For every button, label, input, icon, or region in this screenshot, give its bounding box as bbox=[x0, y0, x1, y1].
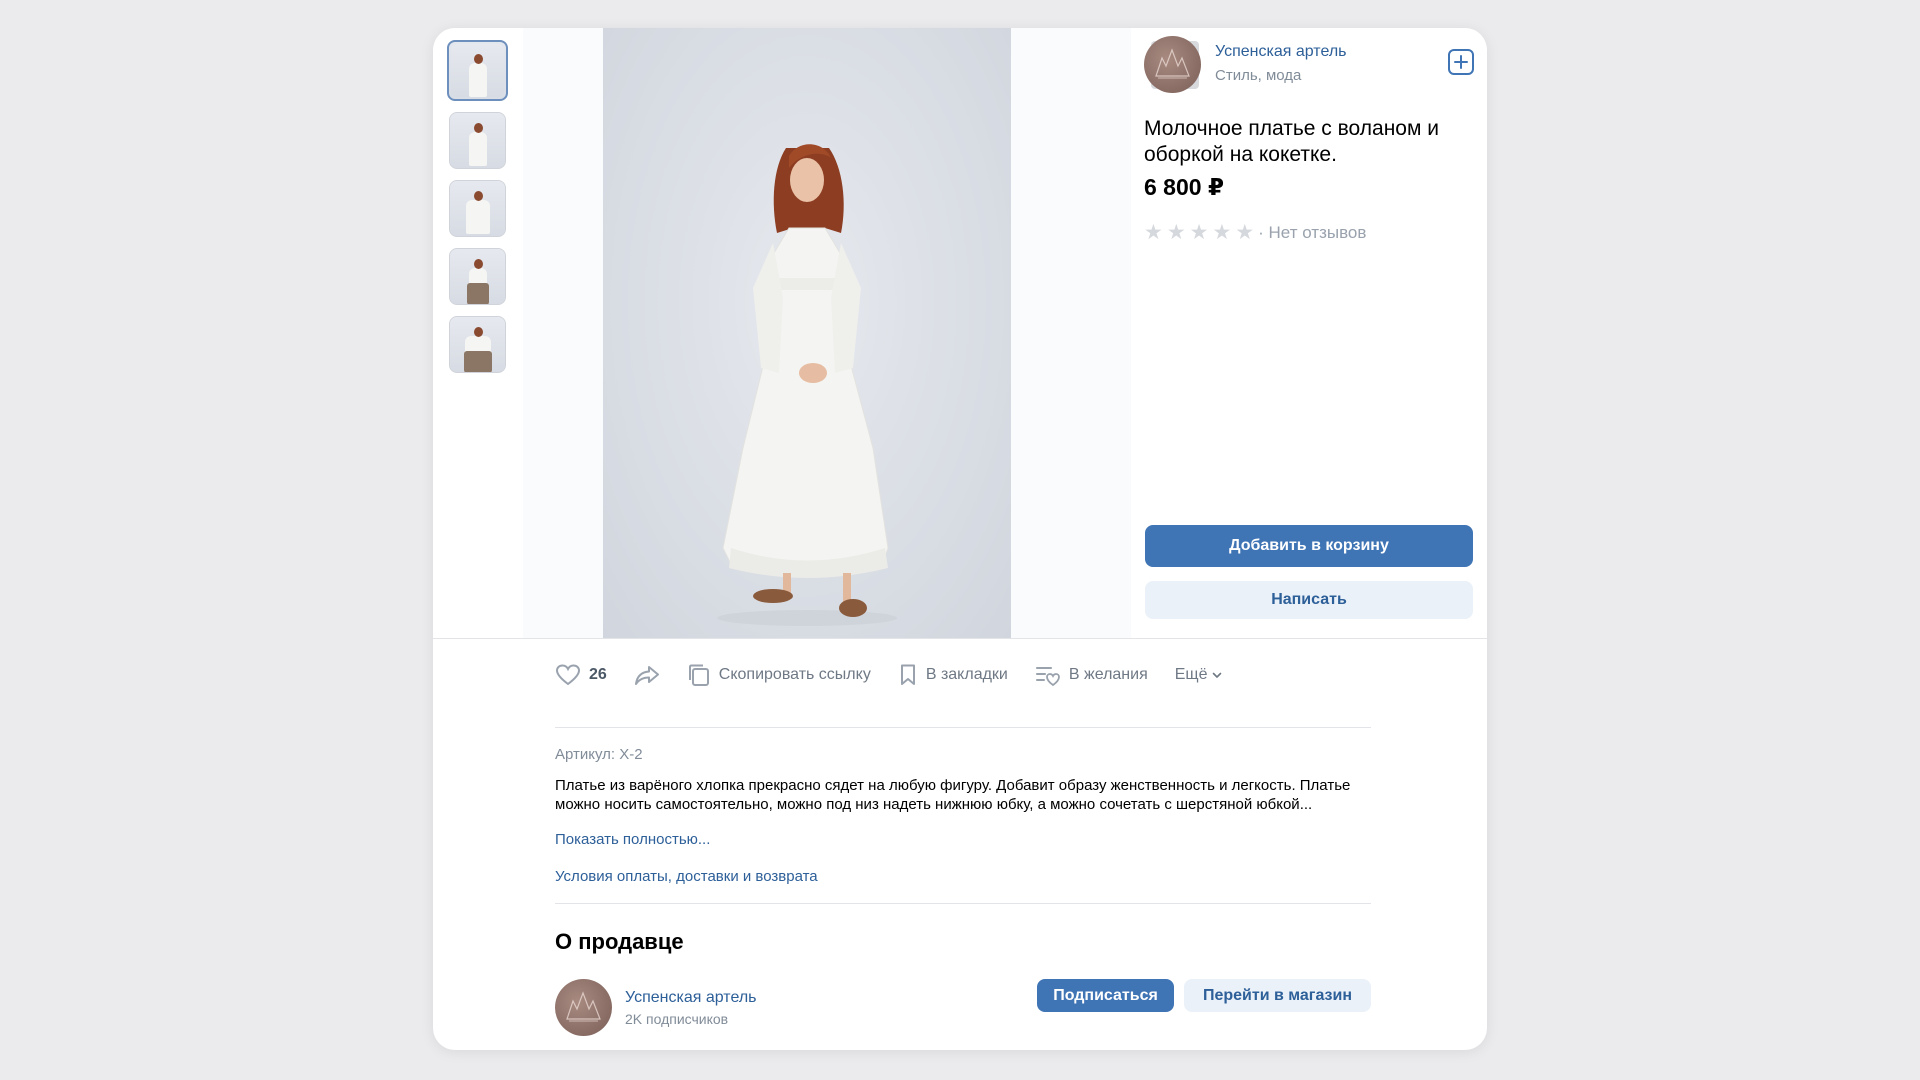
reviews-text: · Нет отзывов bbox=[1258, 222, 1367, 242]
actions-bar: 26 Скопировать ссылку В закладки В желан… bbox=[555, 655, 1250, 695]
share-button[interactable] bbox=[634, 663, 660, 687]
share-icon bbox=[634, 666, 659, 685]
thumbnail-5[interactable] bbox=[449, 316, 506, 373]
write-button[interactable]: Написать bbox=[1145, 581, 1473, 619]
product-rating[interactable]: ★ ★ ★ ★ ★ · Нет отзывов bbox=[1144, 222, 1366, 243]
copy-link-button[interactable]: Скопировать ссылку bbox=[687, 663, 871, 687]
shop-category: Стиль, мода bbox=[1215, 67, 1302, 84]
subscribe-button[interactable]: Подписаться bbox=[1037, 979, 1174, 1012]
more-button[interactable]: Ещё bbox=[1175, 666, 1224, 684]
wishlist-button[interactable]: В желания bbox=[1035, 663, 1148, 687]
star-icon: ★ bbox=[1212, 221, 1232, 244]
seller-heading: О продавце bbox=[555, 929, 684, 954]
copy-icon bbox=[688, 664, 709, 686]
shop-avatar[interactable] bbox=[1144, 36, 1201, 93]
divider bbox=[555, 727, 1371, 728]
product-photo-area bbox=[523, 28, 1199, 638]
article-number: Артикул: X-2 bbox=[555, 746, 643, 763]
bookmark-label: В закладки bbox=[925, 666, 1008, 683]
shop-logo bbox=[566, 991, 601, 1022]
seller-name-link[interactable]: Успенская артель bbox=[625, 989, 756, 1007]
shop-logo bbox=[1155, 48, 1190, 79]
copy-link-label: Скопировать ссылку bbox=[718, 666, 871, 683]
seller-subscribers: 2K подписчиков bbox=[625, 1011, 729, 1027]
product-photo[interactable] bbox=[603, 28, 1011, 638]
divider bbox=[555, 903, 1371, 904]
go-to-shop-button[interactable]: Перейти в магазин bbox=[1184, 979, 1371, 1012]
seller-avatar[interactable] bbox=[555, 979, 612, 1036]
thumbnail-4[interactable] bbox=[449, 248, 506, 305]
product-description: Платье из варёного хлопка прекрасно сяде… bbox=[555, 777, 1351, 813]
like-button[interactable]: 26 bbox=[555, 663, 607, 687]
product-price: 6 800 ₽ bbox=[1144, 174, 1224, 200]
bookmark-button[interactable]: В закладки bbox=[898, 663, 1008, 687]
dress-model-illustration bbox=[717, 144, 897, 626]
product-info-panel: Успенская артель Стиль, мода Молочное пл… bbox=[1144, 28, 1487, 638]
likes-count: 26 bbox=[589, 666, 607, 683]
thumbnail-2[interactable] bbox=[449, 112, 506, 169]
heart-icon bbox=[555, 664, 581, 686]
add-to-cart-button[interactable]: Добавить в корзину bbox=[1145, 525, 1473, 567]
star-icon: ★ bbox=[1235, 221, 1255, 244]
thumbnail-list bbox=[447, 40, 509, 384]
star-icon: ★ bbox=[1144, 221, 1163, 244]
show-more-link[interactable]: Показать полностью... bbox=[555, 831, 710, 848]
product-card: Успенская артель Стиль, мода Молочное пл… bbox=[433, 28, 1487, 1050]
add-button[interactable] bbox=[1448, 49, 1474, 75]
star-icon: ★ bbox=[1189, 221, 1209, 244]
shop-name-link[interactable]: Успенская артель bbox=[1215, 43, 1346, 61]
more-label: Ещё bbox=[1174, 666, 1208, 683]
chevron-down-icon bbox=[1213, 672, 1222, 678]
star-icon: ★ bbox=[1166, 221, 1186, 244]
terms-link[interactable]: Условия оплаты, доставки и возврата bbox=[555, 868, 818, 885]
thumbnail-1[interactable] bbox=[447, 40, 508, 101]
product-title: Молочное платье с воланом и оборкой на к… bbox=[1144, 117, 1439, 166]
plus-icon bbox=[1454, 55, 1468, 69]
wishlist-icon bbox=[1035, 667, 1060, 687]
wishlist-label: В желания bbox=[1068, 666, 1148, 683]
bookmark-icon bbox=[900, 664, 915, 685]
thumbnail-3[interactable] bbox=[449, 180, 506, 237]
divider bbox=[433, 638, 1487, 639]
